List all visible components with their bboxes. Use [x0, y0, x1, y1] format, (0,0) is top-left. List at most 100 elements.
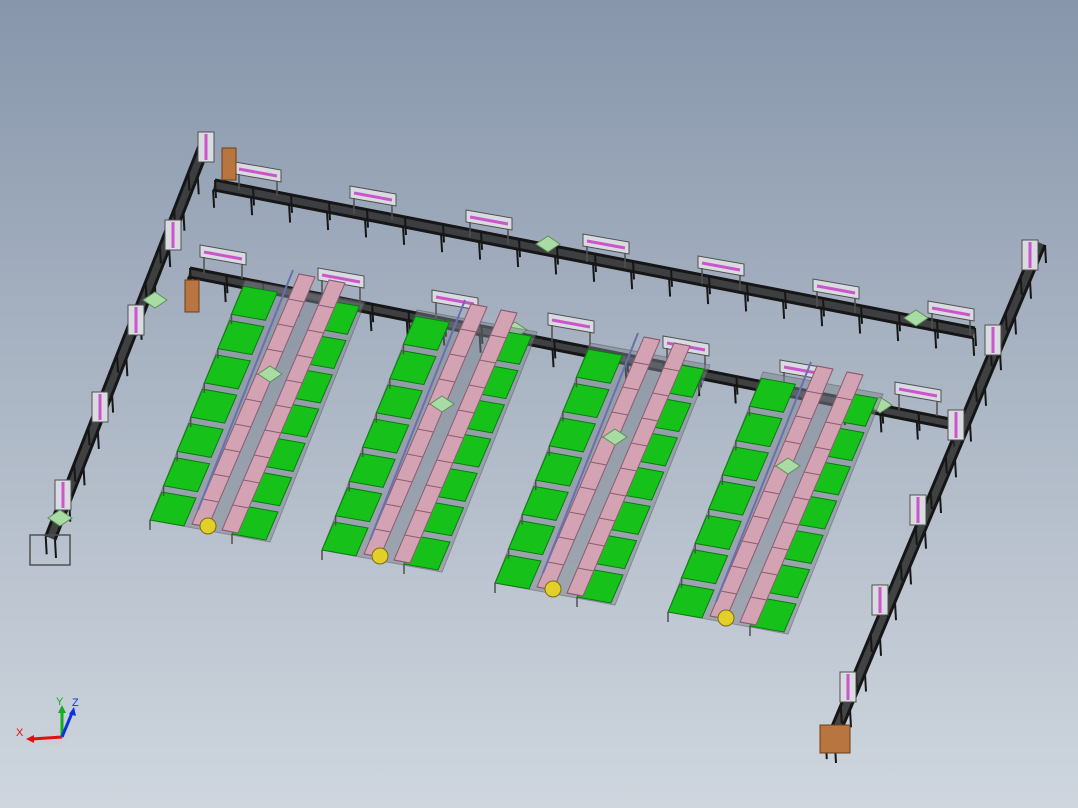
right-conveyor-leg	[939, 494, 942, 514]
left-conveyor-leg	[54, 539, 57, 559]
top-return-conveyor-leg	[592, 263, 596, 282]
inner-feed-conveyor-leg	[551, 349, 555, 368]
x-axis-arrowhead	[26, 735, 34, 743]
assembly-line-3	[494, 332, 711, 607]
left-lift-2	[184, 279, 200, 313]
top-return-conveyor-leg	[668, 278, 672, 297]
top-return-conveyor-leg	[934, 330, 938, 349]
top-return-conveyor-leg	[784, 290, 787, 310]
axis-triad: X Y Z	[16, 696, 79, 747]
top-return-conveyor-leg	[556, 246, 559, 265]
inner-feed-conveyor-leg	[407, 311, 411, 330]
top-return-conveyor-leg	[670, 268, 673, 287]
top-return-conveyor-leg	[516, 248, 520, 268]
inner-feed-conveyor-leg	[223, 284, 227, 303]
left-conveyor-leg	[44, 536, 48, 555]
top-return-conveyor-leg	[706, 285, 710, 305]
top-return-conveyor-leg	[252, 187, 255, 206]
inner-feed-conveyor-leg	[735, 376, 739, 395]
top-return-conveyor-leg	[212, 189, 216, 208]
assembly-line-2	[321, 299, 538, 574]
right-conveyor-leg	[1019, 276, 1023, 295]
top-return-conveyor-leg	[972, 337, 976, 356]
top-return-conveyor-leg	[860, 305, 863, 324]
top-return-conveyor-leg	[480, 231, 483, 250]
top-return-conveyor-leg	[288, 204, 292, 223]
top-return-conveyor-leg	[404, 216, 407, 236]
right-conveyor-leg	[839, 705, 843, 724]
top-return-conveyor-leg	[898, 313, 901, 332]
top-return-conveyor-leg	[822, 298, 825, 317]
right-conveyor-leg	[1004, 312, 1008, 331]
right-conveyor-leg	[909, 566, 912, 585]
left-conveyor-leg	[73, 463, 77, 482]
left-buffer-2	[164, 219, 182, 251]
right-conveyor-leg	[929, 491, 933, 510]
top-return-conveyor-leg	[896, 322, 900, 342]
top-return-conveyor-leg	[554, 256, 558, 275]
line-1-yellow-fixture	[199, 517, 217, 535]
top-return-conveyor-leg	[746, 283, 749, 302]
left-conveyor-leg	[187, 172, 191, 191]
right-conveyor-leg	[864, 673, 867, 692]
z-axis-label: Z	[72, 697, 79, 709]
right-conveyor-leg	[969, 423, 972, 442]
top-return-conveyor-leg	[858, 315, 862, 334]
right-conveyor-leg	[1029, 280, 1032, 299]
inner-feed-conveyor-leg	[225, 275, 229, 294]
top-return-conveyor-leg	[440, 234, 444, 253]
left-lift-1	[221, 147, 237, 181]
left-conveyor-leg	[87, 427, 91, 446]
right-buffer-5	[871, 584, 889, 616]
left-buffer-1	[197, 131, 215, 163]
inner-feed-conveyor-leg	[915, 421, 919, 440]
inner-feed-conveyor-leg	[371, 304, 375, 323]
left-conveyor-leg	[168, 249, 172, 268]
left-buffer-3	[127, 304, 145, 336]
right-conveyor-leg	[879, 637, 882, 656]
right-conveyor-leg	[944, 455, 948, 474]
top-return-conveyor-leg	[708, 276, 711, 295]
left-conveyor-leg	[116, 354, 120, 373]
top-return-conveyor-leg	[442, 224, 445, 243]
left-buffer-4	[91, 391, 109, 423]
graphics-viewport[interactable]: X Y Z	[0, 0, 1078, 808]
right-buffer-3	[947, 409, 965, 441]
y-axis-label: Y	[56, 696, 64, 708]
inner-feed-conveyor-leg	[369, 312, 373, 332]
right-conveyor-leg	[899, 562, 903, 581]
top-return-conveyor-leg	[214, 179, 217, 199]
left-conveyor-leg	[182, 212, 186, 231]
line-2-yellow-fixture	[371, 547, 389, 565]
top-return-conveyor-leg	[518, 239, 521, 258]
top-return-conveyor-leg	[820, 308, 824, 327]
top-return-conveyor-leg	[630, 271, 634, 290]
left-conveyor-leg	[158, 245, 162, 264]
top-return-conveyor-leg	[974, 327, 977, 347]
right-conveyor-leg	[1044, 244, 1047, 264]
assembly-line-1	[149, 269, 366, 544]
left-conveyor-leg	[196, 176, 200, 195]
left-conveyor-leg	[82, 467, 86, 486]
triad-base-plane	[32, 725, 76, 747]
top-return-conveyor-leg	[364, 219, 368, 238]
top-return-conveyor-leg	[936, 320, 939, 339]
top-return-conveyor-leg	[326, 211, 330, 231]
assembly-line-4	[667, 361, 884, 636]
top-return-conveyor-leg	[782, 300, 786, 319]
right-buffer-2	[984, 324, 1002, 356]
left-end-frame	[29, 534, 71, 566]
top-return-conveyor-leg	[290, 194, 293, 213]
top-return-conveyor-leg	[744, 293, 748, 312]
left-conveyor-leg	[125, 358, 129, 377]
x-axis-label: X	[16, 727, 24, 739]
right-conveyor-leg	[894, 602, 897, 621]
right-buffer-1	[1021, 239, 1039, 271]
conveyor-layout-model[interactable]	[0, 0, 1078, 808]
left-conveyor-leg	[96, 430, 100, 449]
inner-feed-conveyor-leg	[917, 412, 921, 431]
right-conveyor-leg	[924, 530, 927, 549]
right-buffer-6	[839, 671, 857, 703]
top-return-conveyor-leg	[366, 209, 369, 228]
top-return-conveyor-leg	[402, 226, 406, 245]
